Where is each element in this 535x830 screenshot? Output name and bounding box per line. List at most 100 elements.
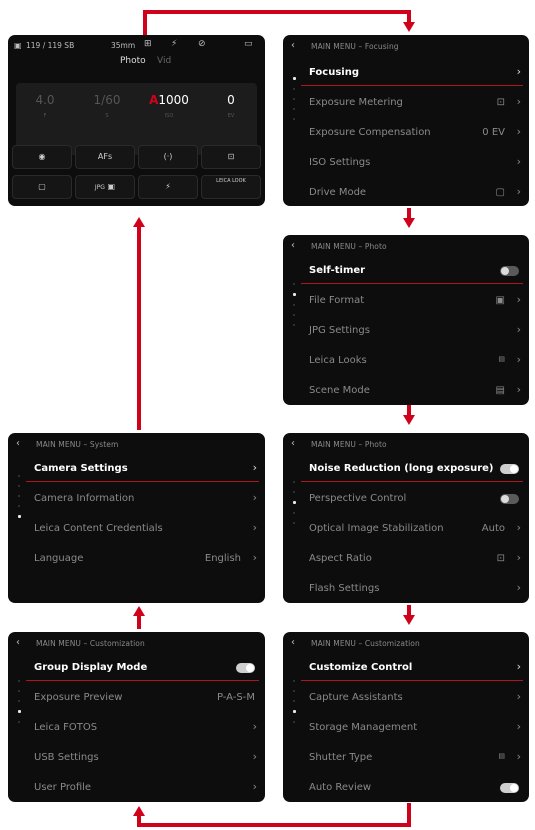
group-display-toggle[interactable] <box>236 663 255 673</box>
back-icon[interactable]: ‹ <box>291 240 295 251</box>
liveview-screen: ▣ 119 / 119 SB 35mm ⊞ ⚡ ⊘ ▭ Photo Vid 4.… <box>8 35 265 206</box>
menu-header: ‹ MAIN MENU – Focusing <box>283 35 529 57</box>
arrow-head-bottom <box>133 806 145 816</box>
shots-remaining: 119 / 119 SB <box>26 41 75 50</box>
menu-item-camera-information[interactable]: Camera Information › <box>34 485 257 515</box>
menu-item-file-format[interactable]: File Format ▣ › <box>309 287 521 317</box>
chevron-right-icon: › <box>252 750 257 763</box>
menu-item-customize-control[interactable]: Customize Control › <box>301 654 523 684</box>
menu-title: MAIN MENU – Photo <box>311 440 387 449</box>
menu-item-language[interactable]: Language English › <box>34 545 257 575</box>
chevron-right-icon: › <box>516 521 521 534</box>
metering-icon: ⊡ <box>496 97 505 108</box>
menu-item-aspect-ratio[interactable]: Aspect Ratio ⊡ › <box>309 545 521 575</box>
chevron-right-icon: › <box>516 581 521 594</box>
menu-item-scene-mode[interactable]: Scene Mode ▤ › <box>309 377 521 405</box>
mode-photo[interactable]: Photo <box>120 56 146 66</box>
back-icon[interactable]: ‹ <box>291 438 295 449</box>
back-icon[interactable]: ‹ <box>291 40 295 51</box>
camera-icon-button[interactable]: ◉ <box>12 145 72 169</box>
back-icon[interactable]: ‹ <box>291 637 295 648</box>
scroll-indicator <box>18 680 21 731</box>
menu-item-storage-management[interactable]: Storage Management › <box>309 714 521 744</box>
leica-look-icon: ▤ <box>498 355 505 363</box>
aspect-ratio-icon: ⊡ <box>496 553 505 564</box>
menu-item-auto-review[interactable]: Auto Review <box>309 774 521 802</box>
aperture[interactable]: 4.0 F <box>20 93 70 119</box>
file-format-button[interactable]: JPG ▣ <box>75 175 135 199</box>
menu-item-leica-looks[interactable]: Leica Looks ▤ › <box>309 347 521 377</box>
chevron-right-icon: › <box>252 720 257 733</box>
menu-item-optical-stabilization[interactable]: Optical Image Stabilization Auto › <box>309 515 521 545</box>
menu-item-exposure-preview[interactable]: Exposure Preview P-A-S-M <box>34 684 257 714</box>
menu-item-exposure-compensation[interactable]: Exposure Compensation 0 EV › <box>309 119 521 149</box>
menu-item-jpg-settings[interactable]: JPG Settings › <box>309 317 521 347</box>
metering-button[interactable]: (·) <box>138 145 198 169</box>
menu-item-camera-settings[interactable]: Camera Settings › <box>26 455 259 485</box>
menu-item-flash-settings[interactable]: Flash Settings › <box>309 575 521 603</box>
menu-title: MAIN MENU – Customization <box>311 639 420 648</box>
chevron-right-icon: › <box>252 491 257 504</box>
menu-item-group-display-mode[interactable]: Group Display Mode <box>26 654 259 684</box>
menu-item-perspective-control[interactable]: Perspective Control <box>309 485 521 515</box>
back-icon[interactable]: ‹ <box>16 438 20 449</box>
menu-item-iso-settings[interactable]: ISO Settings › <box>309 149 521 179</box>
chevron-right-icon: › <box>252 521 257 534</box>
stabilizer-icon: ⊞ <box>144 39 152 49</box>
flash-button[interactable]: ⚡ <box>138 175 198 199</box>
iso[interactable]: A1000 ISO <box>144 93 194 119</box>
menu-item-capture-assistants[interactable]: Capture Assistants › <box>309 684 521 714</box>
chevron-right-icon: › <box>516 95 521 108</box>
photo-menu-screen-1: ‹ MAIN MENU – Photo Self-timer File Form… <box>283 235 529 405</box>
chevron-right-icon: › <box>516 323 521 336</box>
afs-button[interactable]: AFs <box>75 145 135 169</box>
scroll-indicator <box>293 77 296 128</box>
shutter-speed[interactable]: 1/60 S <box>82 93 132 119</box>
no-gps-icon: ⊘ <box>198 39 206 49</box>
menu-item-user-profile[interactable]: User Profile › <box>34 774 257 802</box>
single-frame-icon: ▢ <box>495 187 505 198</box>
menu-title: MAIN MENU – Focusing <box>311 42 399 51</box>
chevron-right-icon: › <box>516 690 521 703</box>
arrow-head-right-2 <box>403 415 415 425</box>
menu-item-content-credentials[interactable]: Leica Content Credentials › <box>34 515 257 545</box>
scroll-indicator <box>18 475 21 526</box>
menu-item-usb-settings[interactable]: USB Settings › <box>34 744 257 774</box>
perspective-control-toggle[interactable] <box>500 494 519 504</box>
menu-item-self-timer[interactable]: Self-timer <box>301 257 523 287</box>
customization-menu-screen-2: ‹ MAIN MENU – Customization Group Displa… <box>8 632 265 802</box>
flash-icon: ⚡ <box>171 39 178 49</box>
chevron-right-icon: › <box>252 780 257 793</box>
arrow-connector-top-horizontal <box>143 10 411 14</box>
menu-item-shutter-type[interactable]: Shutter Type ▤ › <box>309 744 521 774</box>
mode-video[interactable]: Vid <box>157 56 171 66</box>
arrow-left-2 <box>137 225 141 430</box>
menu-item-drive-mode[interactable]: Drive Mode ▢ › <box>309 179 521 206</box>
menu-item-focusing[interactable]: Focusing › <box>301 59 523 89</box>
chevron-right-icon: › <box>516 185 521 198</box>
chevron-right-icon: › <box>516 660 521 673</box>
metering-mode-icon-button[interactable]: ⊡ <box>201 145 261 169</box>
scroll-indicator <box>293 680 296 731</box>
chevron-right-icon: › <box>516 720 521 733</box>
menu-header: ‹ MAIN MENU – Photo <box>283 235 529 257</box>
chevron-right-icon: › <box>516 551 521 564</box>
menu-item-exposure-metering[interactable]: Exposure Metering ⊡ › <box>309 89 521 119</box>
exposure-compensation[interactable]: 0 EV <box>206 93 256 119</box>
menu-item-leica-fotos[interactable]: Leica FOTOS › <box>34 714 257 744</box>
self-timer-toggle[interactable] <box>500 266 519 276</box>
arrow-head-right-3 <box>403 615 415 625</box>
chevron-right-icon: › <box>516 65 521 78</box>
arrow-head-top <box>403 22 415 32</box>
arrow-head-left-1 <box>133 606 145 616</box>
noise-reduction-toggle[interactable] <box>500 464 519 474</box>
leica-look-button[interactable]: LEICA LOOK <box>201 175 261 199</box>
chevron-right-icon: › <box>252 461 257 474</box>
file-format-icon: ▣ <box>495 295 505 306</box>
menu-header: ‹ MAIN MENU – Customization <box>8 632 265 654</box>
shutter-type-icon: ▤ <box>498 752 505 760</box>
back-icon[interactable]: ‹ <box>16 637 20 648</box>
drive-mode-button[interactable]: ▢ <box>12 175 72 199</box>
menu-item-noise-reduction[interactable]: Noise Reduction (long exposure) <box>301 455 523 485</box>
auto-review-toggle[interactable] <box>500 783 519 793</box>
